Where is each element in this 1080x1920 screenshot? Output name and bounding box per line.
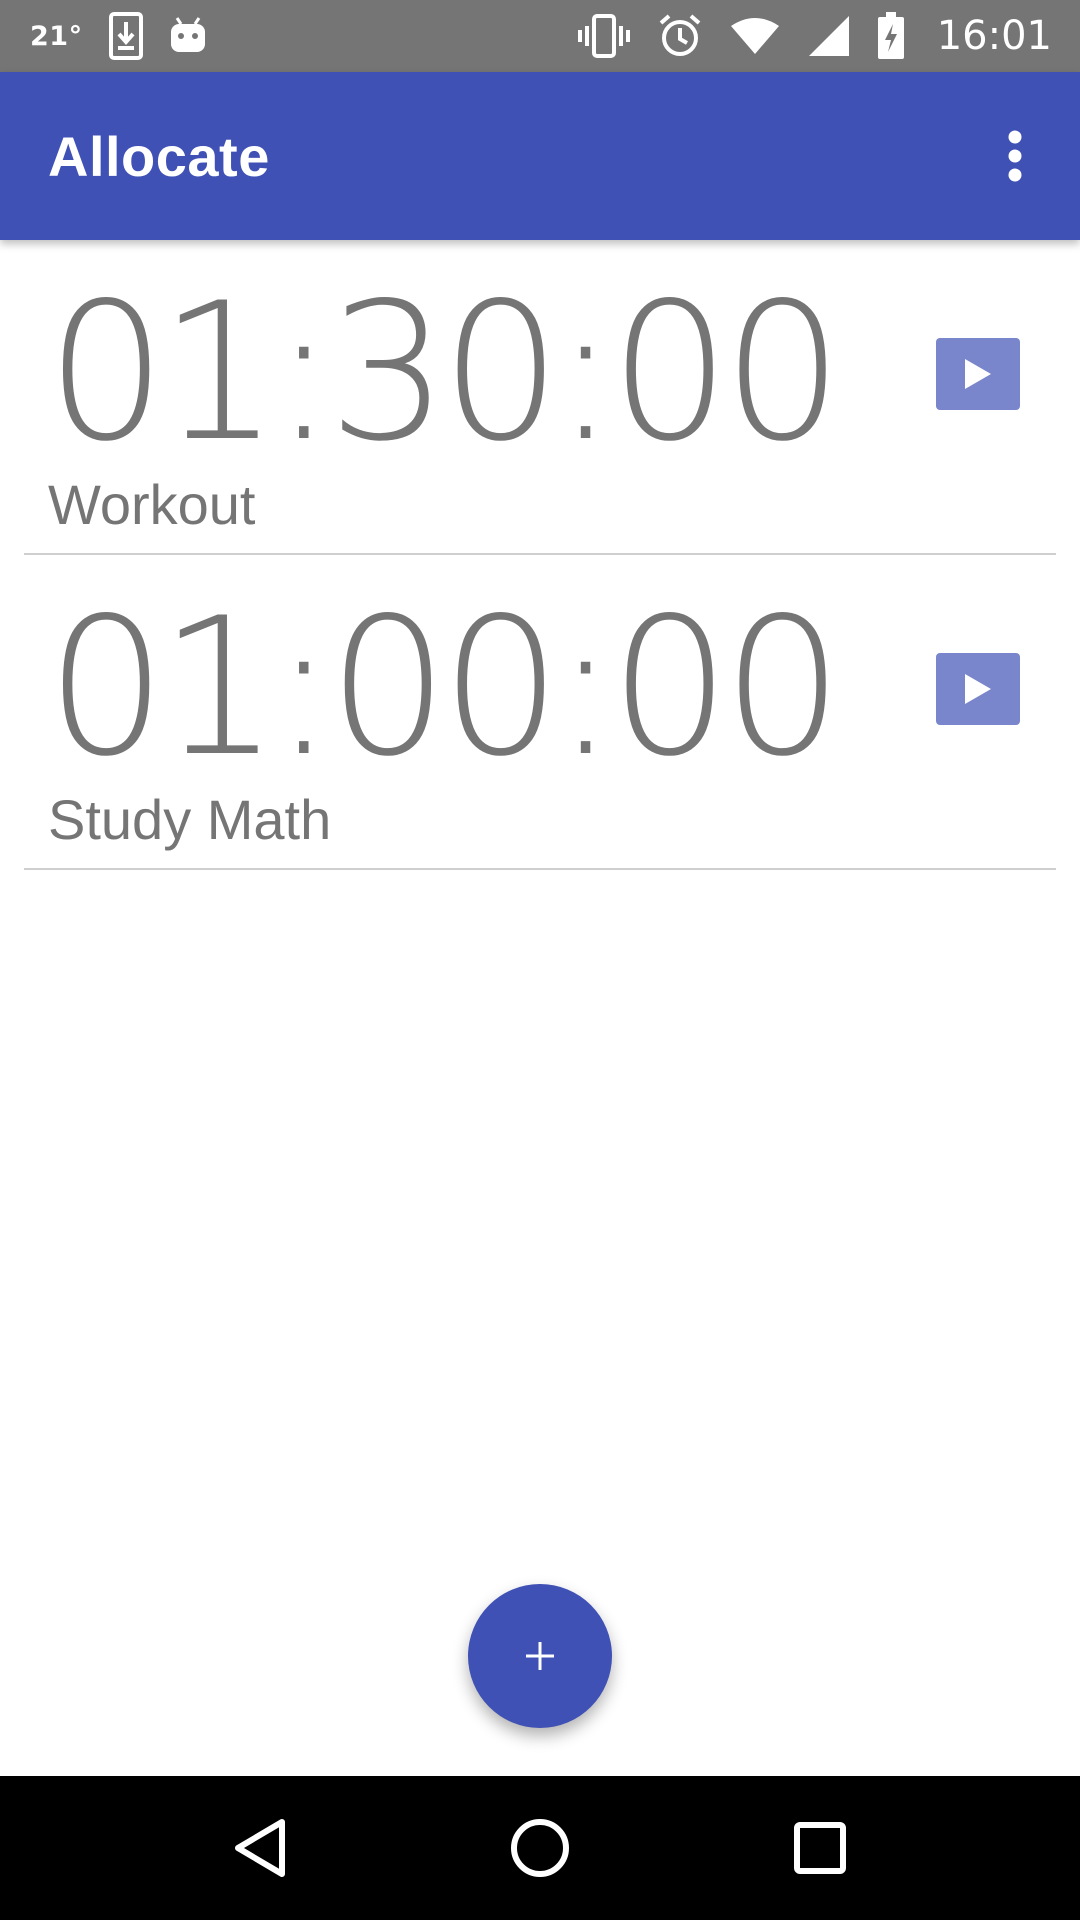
timer-name: Workout — [48, 473, 256, 536]
app-title: Allocate — [48, 124, 270, 188]
android-icon — [169, 16, 207, 56]
back-icon — [235, 1819, 285, 1877]
cell-signal-icon — [807, 14, 851, 58]
home-icon — [511, 1819, 569, 1877]
status-time: 16:01 — [936, 13, 1052, 59]
status-left: 21° — [30, 12, 207, 60]
timer-name: Study Math — [48, 788, 332, 851]
timer-time: 01:30:00 — [46, 262, 843, 483]
status-bar: 21° 16:01 — [0, 0, 1080, 72]
timer-time: 01:00:00 — [46, 577, 843, 798]
app-bar: Allocate — [0, 72, 1080, 240]
vibrate-icon — [577, 14, 631, 58]
overflow-menu-button[interactable] — [980, 121, 1050, 191]
play-button[interactable] — [936, 653, 1020, 725]
play-icon — [965, 359, 991, 389]
timer-list: 01:30:00 Workout 01:00:00 Study Math — [0, 240, 1080, 870]
play-button[interactable] — [936, 338, 1020, 410]
navigation-bar — [0, 1776, 1080, 1920]
status-temperature: 21° — [30, 20, 83, 52]
wifi-icon — [729, 16, 781, 56]
play-icon — [965, 674, 991, 704]
recents-button[interactable] — [770, 1798, 870, 1898]
alarm-icon — [657, 13, 703, 59]
battery-charging-icon — [877, 12, 905, 60]
timer-row[interactable]: 01:00:00 Study Math — [24, 555, 1056, 870]
add-timer-button[interactable] — [468, 1584, 612, 1728]
back-button[interactable] — [210, 1798, 310, 1898]
recents-icon — [794, 1822, 846, 1874]
status-right: 16:01 — [577, 12, 1052, 60]
home-button[interactable] — [490, 1798, 590, 1898]
timer-row[interactable]: 01:30:00 Workout — [24, 240, 1056, 555]
plus-icon — [526, 1642, 554, 1670]
download-icon — [108, 12, 143, 60]
more-vert-icon — [1008, 130, 1022, 182]
